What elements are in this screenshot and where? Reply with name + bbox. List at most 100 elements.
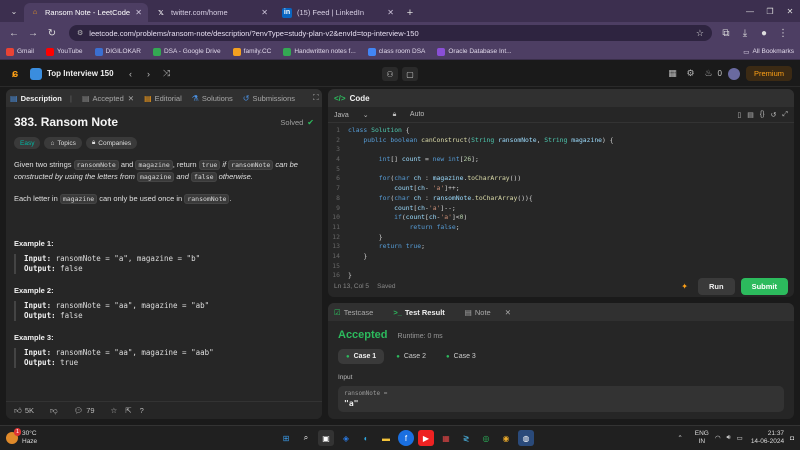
- settings-icon[interactable]: ⚙: [684, 67, 698, 81]
- maximize-icon[interactable]: ❐: [762, 3, 778, 19]
- comments-button[interactable]: 💬︎ 79: [74, 406, 103, 415]
- avatar[interactable]: [727, 67, 740, 80]
- bookmark-digilokar[interactable]: DIGILOKAR: [94, 47, 141, 56]
- layout-icon[interactable]: ▦: [666, 67, 680, 81]
- prev-problem-icon[interactable]: ‹: [124, 67, 138, 81]
- tab-note[interactable]: ▤ Note ✕: [465, 308, 521, 317]
- fire-icon[interactable]: ♨: [702, 67, 716, 81]
- bookmark-icon[interactable]: ▯: [737, 111, 741, 119]
- tab-linkedin[interactable]: in (15) Feed | LinkedIn ✕: [276, 3, 400, 22]
- notes-icon[interactable]: ▤: [747, 111, 754, 119]
- close-icon[interactable]: ✕: [261, 8, 268, 17]
- vscode-icon[interactable]: ≷: [458, 430, 474, 446]
- dislike-button[interactable]: 👎︎: [50, 406, 66, 416]
- reset-icon[interactable]: ↺: [771, 111, 777, 119]
- chrome-alt-icon[interactable]: ◎: [478, 430, 494, 446]
- reload-icon[interactable]: ↻: [44, 25, 60, 41]
- topics-chip[interactable]: ⌂ Topics: [44, 137, 82, 149]
- back-icon[interactable]: ←: [6, 25, 22, 41]
- bookmark-gmail[interactable]: Gmail: [6, 47, 34, 56]
- auto-mode[interactable]: 🔒︎ Auto: [393, 111, 437, 119]
- edge-icon[interactable]: ◐: [358, 430, 374, 446]
- tab-submissions[interactable]: ↺ Submissions: [243, 94, 295, 103]
- notes-icon[interactable]: ▢: [402, 67, 418, 81]
- menu-icon[interactable]: ⋮: [775, 25, 791, 41]
- minimize-icon[interactable]: —: [742, 3, 758, 19]
- tab-solutions[interactable]: ⚗ Solutions: [192, 94, 233, 103]
- submit-button[interactable]: Submit: [740, 277, 788, 295]
- folder-icon: [367, 47, 376, 56]
- expand-icon[interactable]: ⤢: [782, 111, 788, 119]
- notification-icon[interactable]: ◘: [790, 435, 794, 442]
- close-window-icon[interactable]: ✕: [782, 3, 798, 19]
- facebook-icon[interactable]: f: [398, 430, 414, 446]
- companies-chip[interactable]: 🔒︎ Companies: [85, 137, 138, 149]
- tab-testcase[interactable]: ☑ Testcase: [334, 308, 383, 317]
- language-select[interactable]: Java ⌄: [334, 111, 381, 119]
- premium-button[interactable]: Premium: [745, 66, 792, 81]
- app-icon[interactable]: ▦: [438, 430, 454, 446]
- debug-icon[interactable]: ⚇: [382, 67, 398, 81]
- close-icon[interactable]: ✕: [505, 308, 511, 317]
- case-1-tab[interactable]: ● Case 1: [338, 349, 385, 364]
- case-3-tab[interactable]: ● Case 3: [438, 349, 484, 364]
- tab-description[interactable]: ▤ Description |: [10, 94, 72, 103]
- url-input[interactable]: ⚙ leetcode.com/problems/ransom-note/desc…: [69, 25, 712, 41]
- youtube-icon[interactable]: ▶: [418, 430, 434, 446]
- file-explorer-icon[interactable]: ▬: [378, 430, 394, 446]
- task-view-icon[interactable]: ▣: [318, 430, 334, 446]
- code-editor[interactable]: 1 class Solution { 2 public boolean canCo…: [328, 123, 794, 281]
- run-button[interactable]: Run: [697, 277, 735, 295]
- language-indicator[interactable]: ENG IN: [689, 430, 709, 446]
- bookmark-handwritten[interactable]: Handwritten notes f...: [283, 47, 356, 56]
- like-button[interactable]: 👍︎ 5K: [14, 406, 42, 416]
- bookmark-star-icon[interactable]: ☆: [696, 28, 704, 39]
- extensions-icon[interactable]: ⧉: [718, 25, 734, 41]
- site-info-icon[interactable]: ⚙: [77, 29, 83, 37]
- all-bookmarks[interactable]: ▭ All Bookmarks: [743, 48, 794, 56]
- next-problem-icon[interactable]: ›: [142, 67, 156, 81]
- study-plan-title[interactable]: Top Interview 150: [47, 69, 114, 78]
- search-icon[interactable]: ⌕: [298, 430, 314, 446]
- clock[interactable]: 21:37 14-06-2024: [751, 430, 784, 446]
- debugger-icon[interactable]: ✦: [681, 282, 688, 291]
- difficulty-badge[interactable]: Easy: [14, 137, 41, 149]
- tab-editorial[interactable]: ▤ Editorial: [144, 94, 182, 103]
- tab-twitter[interactable]: 𝕏 twitter.com/home ✕: [150, 3, 274, 22]
- tab-test-result[interactable]: >_ Test Result: [393, 308, 454, 317]
- case-2-tab[interactable]: ● Case 2: [388, 349, 434, 364]
- problem-tags: Easy ⌂ Topics 🔒︎ Companies: [14, 137, 314, 149]
- weather-widget[interactable]: 1 30°C Haze: [6, 428, 37, 446]
- downloads-icon[interactable]: ⤓: [737, 25, 753, 41]
- share-icon[interactable]: ⇱: [125, 406, 131, 415]
- close-icon[interactable]: ✕: [135, 8, 142, 17]
- forward-icon[interactable]: →: [25, 25, 41, 41]
- bookmark-classroom[interactable]: class room DSA: [367, 47, 425, 56]
- battery-icon[interactable]: ▭: [737, 434, 743, 442]
- active-app-icon[interactable]: ◍: [518, 430, 534, 446]
- profile-icon[interactable]: ●: [756, 25, 772, 41]
- close-icon[interactable]: ✕: [128, 94, 134, 103]
- bookmark-icon[interactable]: ☆: [111, 406, 118, 415]
- bookmark-oracle[interactable]: Oracle Database Int...: [437, 47, 512, 56]
- tab-accepted[interactable]: ▤ Accepted ✕: [82, 94, 134, 103]
- chrome-icon[interactable]: ◉: [498, 430, 514, 446]
- bookmark-family[interactable]: family.CC: [232, 47, 271, 56]
- widgets-icon[interactable]: ◈: [338, 430, 354, 446]
- fullscreen-icon[interactable]: ⛶: [313, 93, 319, 103]
- wifi-icon[interactable]: ◠: [715, 434, 721, 442]
- braces-icon[interactable]: {}: [760, 111, 765, 119]
- help-icon[interactable]: ?: [140, 406, 144, 415]
- tab-search-icon[interactable]: ⌄: [6, 3, 22, 19]
- windows-start-icon[interactable]: ⊞: [278, 430, 294, 446]
- bookmark-youtube[interactable]: YouTube: [45, 47, 83, 56]
- chevron-up-icon[interactable]: ⌃: [677, 434, 682, 442]
- problem-title[interactable]: 383. Ransom Note: [14, 115, 118, 129]
- close-icon[interactable]: ✕: [387, 8, 394, 17]
- leetcode-logo-icon[interactable]: ɕ: [8, 67, 22, 81]
- volume-icon[interactable]: 🔊︎: [727, 434, 731, 442]
- tab-ransom-note[interactable]: ⌂ Ransom Note - LeetCode ✕: [24, 3, 148, 22]
- new-tab-button[interactable]: +: [402, 3, 418, 22]
- bookmark-dsa-drive[interactable]: DSA - Google Drive: [152, 47, 221, 56]
- shuffle-icon[interactable]: ⤨: [160, 67, 174, 81]
